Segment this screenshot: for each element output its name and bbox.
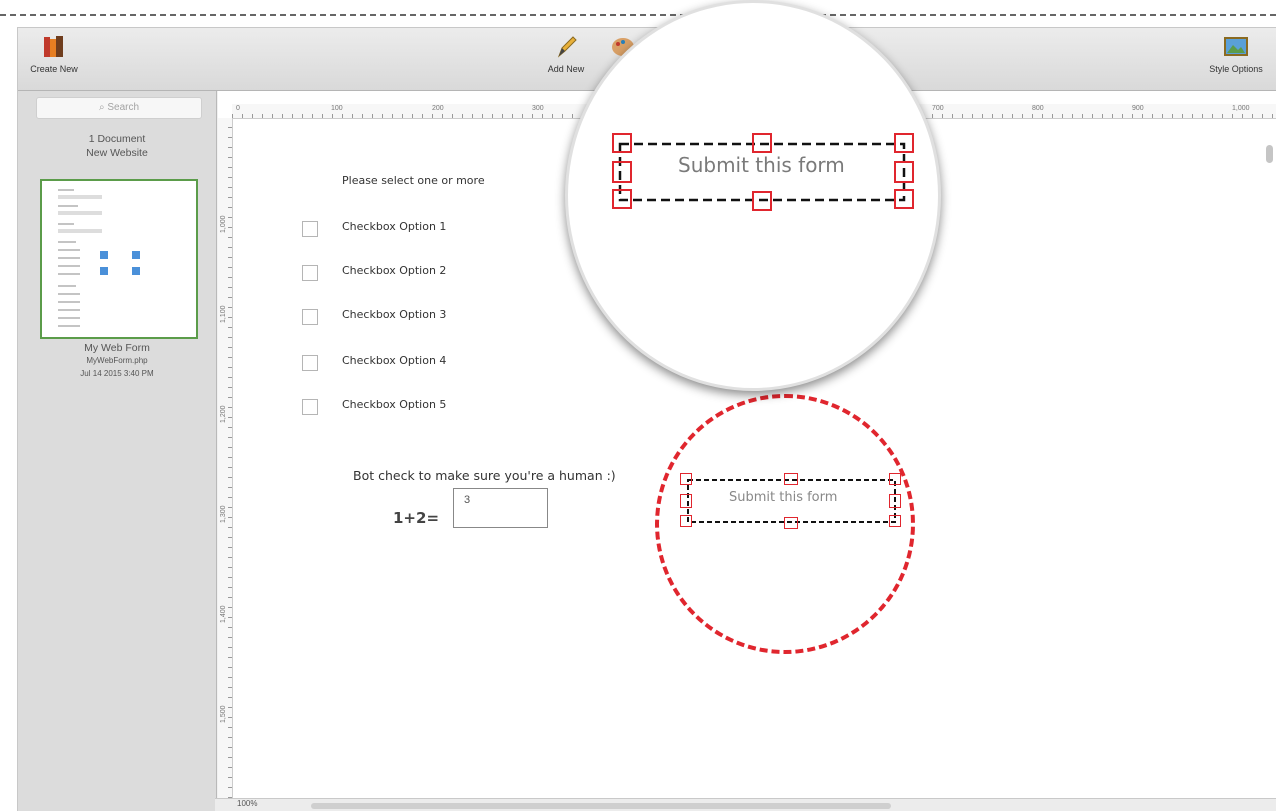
ruler-label: 200 xyxy=(432,105,444,112)
search-placeholder: Search xyxy=(107,102,140,113)
thumbnail-filename: MyWebForm.php xyxy=(86,356,148,365)
thumbnail-date: Jul 14 2015 3:40 PM xyxy=(80,369,154,378)
ruler-label: 100 xyxy=(331,105,343,112)
books-icon xyxy=(41,34,67,60)
zoom-level[interactable]: 100% xyxy=(237,799,257,808)
ruler-label: 1,200 xyxy=(220,405,227,423)
checkbox-option-5[interactable] xyxy=(302,399,318,415)
create-new-button[interactable]: Create New xyxy=(24,34,84,74)
captcha-value: 3 xyxy=(464,494,471,506)
ruler-label: 1,300 xyxy=(220,505,227,523)
captcha-question: 1+2= xyxy=(393,509,440,527)
picture-icon xyxy=(1223,34,1249,60)
page-thumbnail[interactable] xyxy=(40,179,198,339)
magnified-handle xyxy=(752,133,772,153)
ruler-label: 700 xyxy=(932,105,944,112)
ruler-label: 1,000 xyxy=(220,215,227,233)
checkbox-group-prompt: Please select one or more xyxy=(342,174,485,187)
magnified-handle xyxy=(612,189,632,209)
captcha-input[interactable]: 3 xyxy=(453,488,548,528)
search-field[interactable]: ⌕ Search xyxy=(36,97,202,119)
magnified-handle xyxy=(612,133,632,153)
magnified-submit-label: Submit this form xyxy=(678,153,845,177)
ruler-label: 0 xyxy=(236,105,240,112)
magnified-handle xyxy=(752,191,772,211)
ruler-label: 800 xyxy=(1032,105,1044,112)
search-icon: ⌕ xyxy=(98,102,105,113)
checkbox-option-label: Checkbox Option 4 xyxy=(342,354,447,367)
ruler-label: 1,000 xyxy=(1232,105,1250,112)
thumbnail-title: My Web Form xyxy=(84,342,150,354)
ruler-label: 300 xyxy=(532,105,544,112)
thumbnail-preview xyxy=(58,189,140,327)
checkbox-option-label: Checkbox Option 1 xyxy=(342,220,447,233)
add-new-button[interactable]: Add New xyxy=(538,34,594,74)
magnified-handle xyxy=(894,161,914,183)
ruler-label: 900 xyxy=(1132,105,1144,112)
checkbox-option-3[interactable] xyxy=(302,309,318,325)
style-options-label: Style Options xyxy=(1209,64,1263,74)
magnifier-callout: Submit this form xyxy=(565,0,941,391)
add-new-label: Add New xyxy=(547,64,585,74)
sidebar: ⌕ Search 1 Document New Website My Web F… xyxy=(18,91,217,811)
checkbox-option-2[interactable] xyxy=(302,265,318,281)
vertical-scrollbar[interactable] xyxy=(1266,145,1273,163)
magnified-handle xyxy=(894,133,914,153)
magnified-handle xyxy=(894,189,914,209)
checkbox-option-label: Checkbox Option 3 xyxy=(342,308,447,321)
checkbox-option-label: Checkbox Option 5 xyxy=(342,398,447,411)
checkbox-option-label: Checkbox Option 2 xyxy=(342,264,447,277)
pencil-icon xyxy=(553,34,579,60)
highlight-circle xyxy=(655,394,915,654)
document-count: 1 Document xyxy=(88,133,146,145)
bot-check-label: Bot check to make sure you're a human :) xyxy=(353,468,616,483)
top-dashed-divider xyxy=(0,14,1276,16)
create-new-label: Create New xyxy=(30,64,78,74)
horizontal-scrollbar[interactable] xyxy=(311,803,891,809)
ruler-label: 1,100 xyxy=(220,305,227,323)
checkbox-option-4[interactable] xyxy=(302,355,318,371)
checkbox-option-1[interactable] xyxy=(302,221,318,237)
magnified-submit-button: Submit this form xyxy=(612,133,914,211)
site-name: New Website xyxy=(86,147,148,159)
style-options-button[interactable]: Style Options xyxy=(1200,34,1272,74)
ruler-label: 1,400 xyxy=(220,605,227,623)
magnified-handle xyxy=(612,161,632,183)
ruler-label: 1,500 xyxy=(220,705,227,723)
